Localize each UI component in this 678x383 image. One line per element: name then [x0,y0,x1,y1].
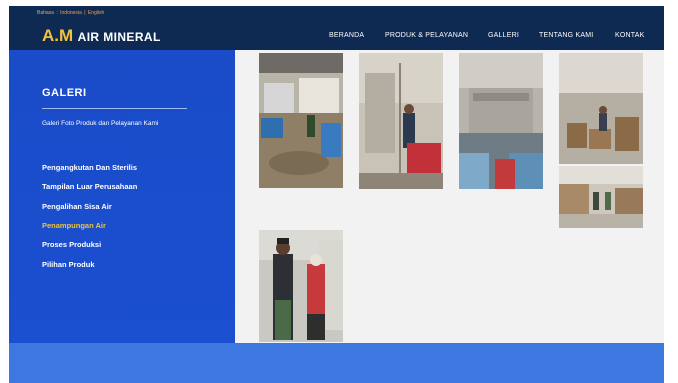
gallery-photo[interactable] [259,230,343,342]
sidebar-title: GALERI [42,87,87,99]
category-pilihan-produk[interactable]: Pilihan Produk [42,260,95,269]
category-pengangkutan[interactable]: Pengangkutan Dan Sterilis [42,163,137,172]
gallery-photo[interactable] [459,53,543,189]
gallery-photo[interactable] [359,53,443,189]
site-footer [9,343,664,383]
nav-beranda[interactable]: BERANDA [329,32,364,39]
photo-warehouse [559,166,643,228]
photo-visitors [259,230,343,342]
language-divider: | [84,10,86,16]
gallery-photo[interactable] [559,53,643,164]
photo-loading-area [259,53,343,188]
site-logo[interactable]: A.M AIR MINERAL [42,26,161,46]
gallery-photo[interactable] [559,166,643,228]
language-indonesia-link[interactable]: Indonesia [60,10,82,16]
category-pengalihan-sisa-air[interactable]: Pengalihan Sisa Air [42,202,112,211]
nav-produk-pelayanan[interactable]: PRODUK & PELAYANAN [385,32,468,39]
photo-gallery [235,50,664,343]
nav-kontak[interactable]: KONTAK [615,32,644,39]
sidebar-subtitle: Galeri Foto Produk dan Pelayanan Kami [42,120,159,127]
gallery-sidebar: GALERI Galeri Foto Produk dan Pelayanan … [9,50,235,343]
site-header: Bahasa : Indonesia | English A.M AIR MIN… [9,6,664,50]
logo-text: AIR MINERAL [77,30,161,44]
category-proses-produksi[interactable]: Proses Produksi [42,240,101,249]
sidebar-divider [42,108,187,109]
category-penampungan-air[interactable]: Penampungan Air [42,221,106,230]
gallery-photo[interactable] [259,53,343,188]
photo-storage-room [559,53,643,164]
category-tampilan-luar[interactable]: Tampilan Luar Perusahaan [42,182,137,191]
logo-initials: A.M [42,26,74,45]
nav-tentang-kami[interactable]: TENTANG KAMI [539,32,593,39]
nav-galleri[interactable]: GALLERI [488,32,519,39]
language-label: Bahasa [37,10,54,16]
photo-water-tanks [359,53,443,189]
photo-filling-machine [459,53,543,189]
page: Bahasa : Indonesia | English A.M AIR MIN… [0,0,678,383]
language-switcher: Bahasa : Indonesia | English [37,10,104,16]
language-separator: : [56,10,58,16]
language-english-link[interactable]: English [88,10,104,16]
